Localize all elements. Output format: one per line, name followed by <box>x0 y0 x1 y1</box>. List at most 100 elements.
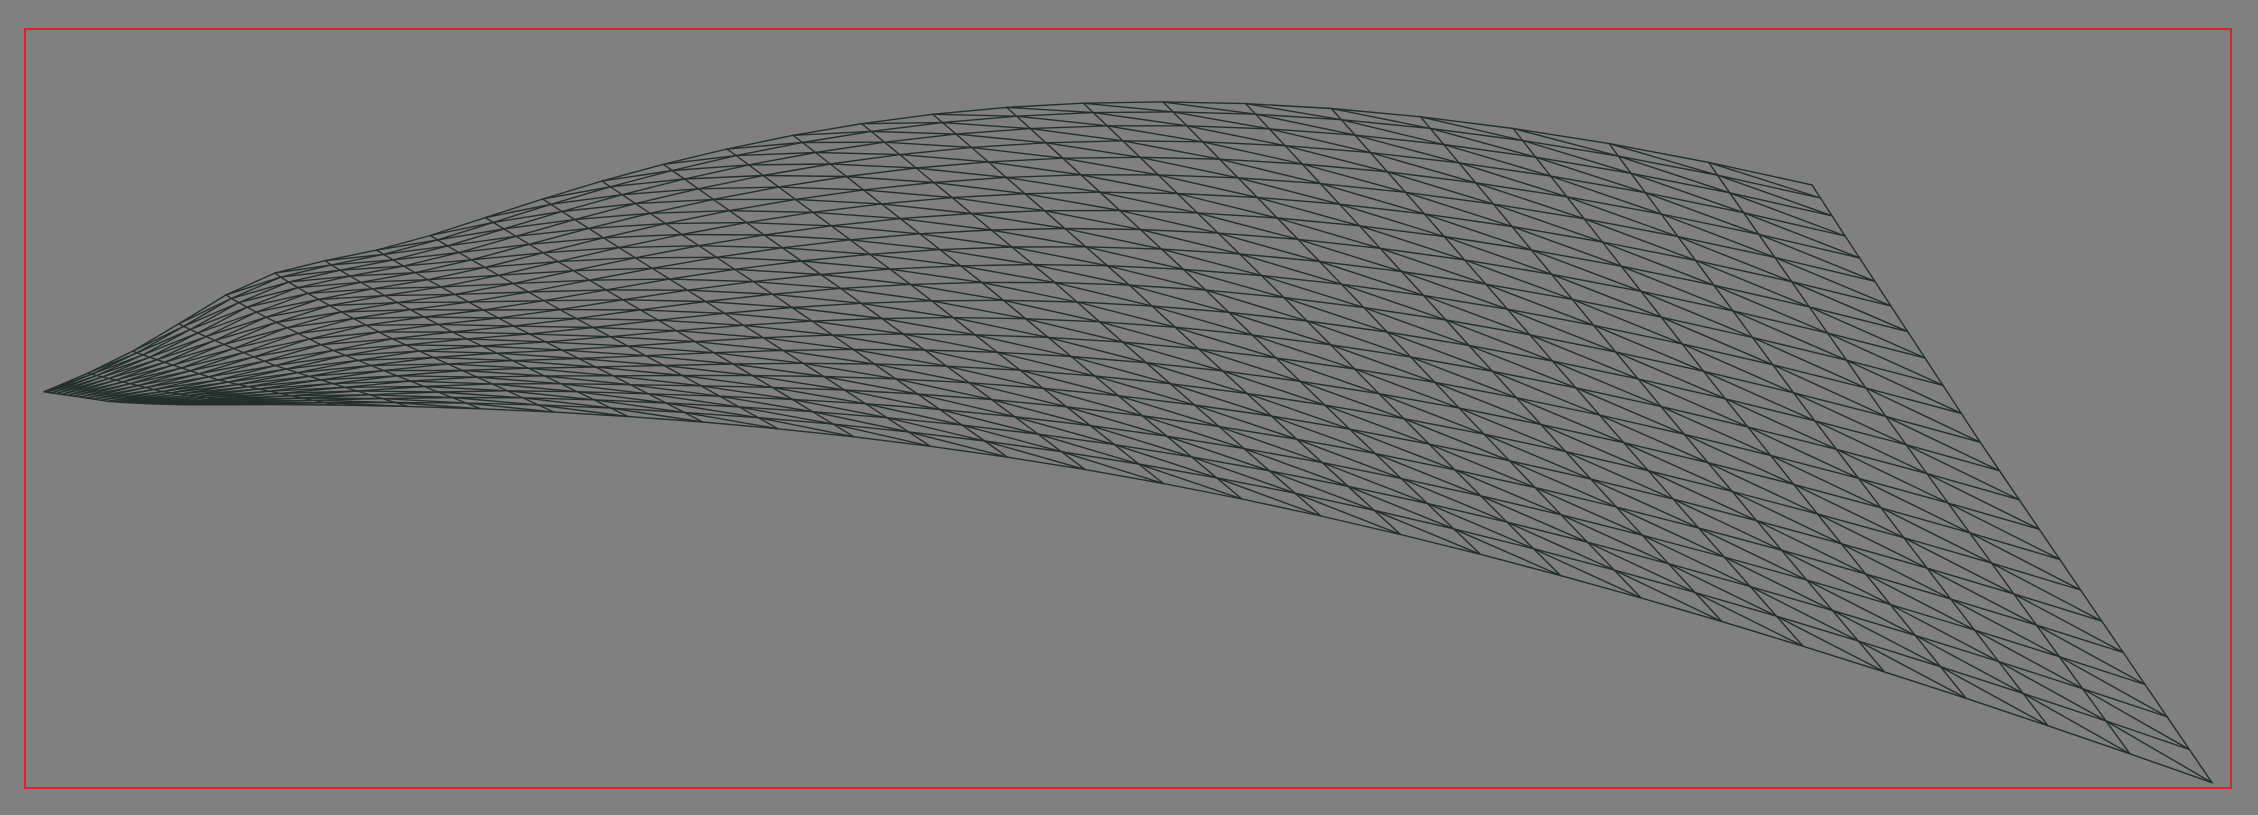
mesh-edge <box>686 289 774 295</box>
mesh-edge <box>1015 115 1108 127</box>
mesh-edge <box>1644 191 1760 236</box>
mesh-edge <box>1973 629 2000 663</box>
mesh-edge <box>1583 218 1679 238</box>
mesh-edge <box>423 309 485 318</box>
mesh-edge <box>840 283 912 290</box>
mesh-edge <box>1429 127 1537 158</box>
3d-viewport[interactable] <box>0 0 2258 815</box>
mesh-edge <box>225 272 276 296</box>
mesh-edge <box>812 211 901 220</box>
mesh-edge <box>732 362 804 365</box>
mesh-edge <box>1369 151 1477 184</box>
mesh-edge <box>1378 393 1485 435</box>
mesh-edge <box>829 163 848 178</box>
mesh-edge <box>870 130 886 143</box>
mesh-edge <box>1428 443 1511 462</box>
mesh-edge <box>1990 562 2015 595</box>
mesh-edge <box>365 323 439 326</box>
mesh-edge <box>1093 375 1196 406</box>
mesh-edge <box>429 234 439 241</box>
mesh-edge <box>745 211 814 224</box>
mesh-edge <box>1045 140 1124 144</box>
mesh-edge <box>899 217 992 231</box>
mesh-edge <box>592 326 678 332</box>
mesh-edge <box>1515 397 1625 444</box>
mesh-edge <box>381 396 453 400</box>
mesh-edge <box>705 300 793 309</box>
mesh-edge <box>915 161 989 169</box>
mesh-edge <box>255 311 267 318</box>
mesh-edge <box>1403 418 1511 462</box>
mesh-edge <box>752 280 842 290</box>
mesh-edge <box>1458 162 1552 177</box>
mesh-edge <box>1880 507 1905 539</box>
mesh-edge <box>1997 660 2024 695</box>
mesh-edge <box>1117 395 1196 406</box>
mesh-edge <box>1338 203 1426 215</box>
mesh-edge <box>862 189 953 199</box>
mesh-edge <box>1707 462 1733 493</box>
mesh-edge <box>265 316 277 324</box>
mesh-edge <box>396 301 412 311</box>
mesh-edge <box>1534 156 1632 175</box>
mesh-edge <box>915 167 1007 179</box>
mesh-edge <box>280 276 290 283</box>
mesh-edge <box>1353 368 1460 409</box>
mesh-edge <box>1575 387 1686 435</box>
mesh-edge <box>862 181 935 191</box>
mesh-edge <box>748 163 831 166</box>
mesh-edge <box>794 198 883 205</box>
mesh-edge <box>575 317 659 321</box>
mesh-edge <box>544 341 629 347</box>
mesh-edge <box>317 298 331 307</box>
mesh-edge <box>941 115 1018 124</box>
mesh-edge <box>791 302 862 309</box>
mesh-edge <box>622 299 707 303</box>
mesh-edge <box>2105 720 2131 755</box>
mesh-edge <box>681 233 700 247</box>
mesh-edge <box>458 243 530 254</box>
mesh-edge <box>1511 225 1604 243</box>
mesh-edge <box>339 269 351 277</box>
mesh-edge <box>329 304 343 313</box>
mesh-edge <box>880 196 953 205</box>
mesh-edge <box>1419 116 1514 130</box>
mesh-edge <box>513 317 578 327</box>
mesh-edge <box>800 253 871 262</box>
mesh-edge <box>723 312 813 322</box>
mesh-edge <box>561 349 647 357</box>
mesh-edge <box>1354 134 1445 146</box>
mesh-edge <box>829 163 917 169</box>
mesh-edge <box>274 272 282 278</box>
mesh-edge <box>657 319 745 326</box>
mesh-edge <box>496 352 580 360</box>
mesh-edge <box>1190 456 1271 472</box>
mesh-edge <box>1400 477 1482 497</box>
mesh-edge <box>1549 175 1662 215</box>
mesh-edge <box>1949 598 1976 631</box>
mesh-edge <box>1306 320 1388 333</box>
mesh-edge <box>627 340 696 347</box>
mesh-edge <box>2013 593 2038 626</box>
mesh-edge <box>728 209 814 214</box>
mesh-edge <box>1043 209 1142 231</box>
mesh-edge <box>1275 357 1356 370</box>
mesh-edge <box>845 167 917 178</box>
mesh-edge <box>639 300 707 311</box>
mesh-edge <box>492 221 505 230</box>
mesh-edge <box>748 164 764 177</box>
mesh-edge <box>371 288 386 297</box>
mesh-edge <box>588 227 605 239</box>
mesh-edge <box>214 339 225 346</box>
mesh-edge <box>223 327 288 346</box>
mesh-edge <box>881 316 954 320</box>
mesh-edge <box>1358 225 1445 238</box>
mesh-edge <box>886 417 986 442</box>
mesh-edge <box>970 209 1046 215</box>
mesh-edge <box>1731 490 1758 522</box>
mesh-edge <box>2035 624 2061 658</box>
mesh-edge <box>609 178 686 188</box>
mesh-edge <box>1508 460 1592 480</box>
mesh-edge <box>588 279 607 291</box>
mesh-edge <box>453 293 470 303</box>
